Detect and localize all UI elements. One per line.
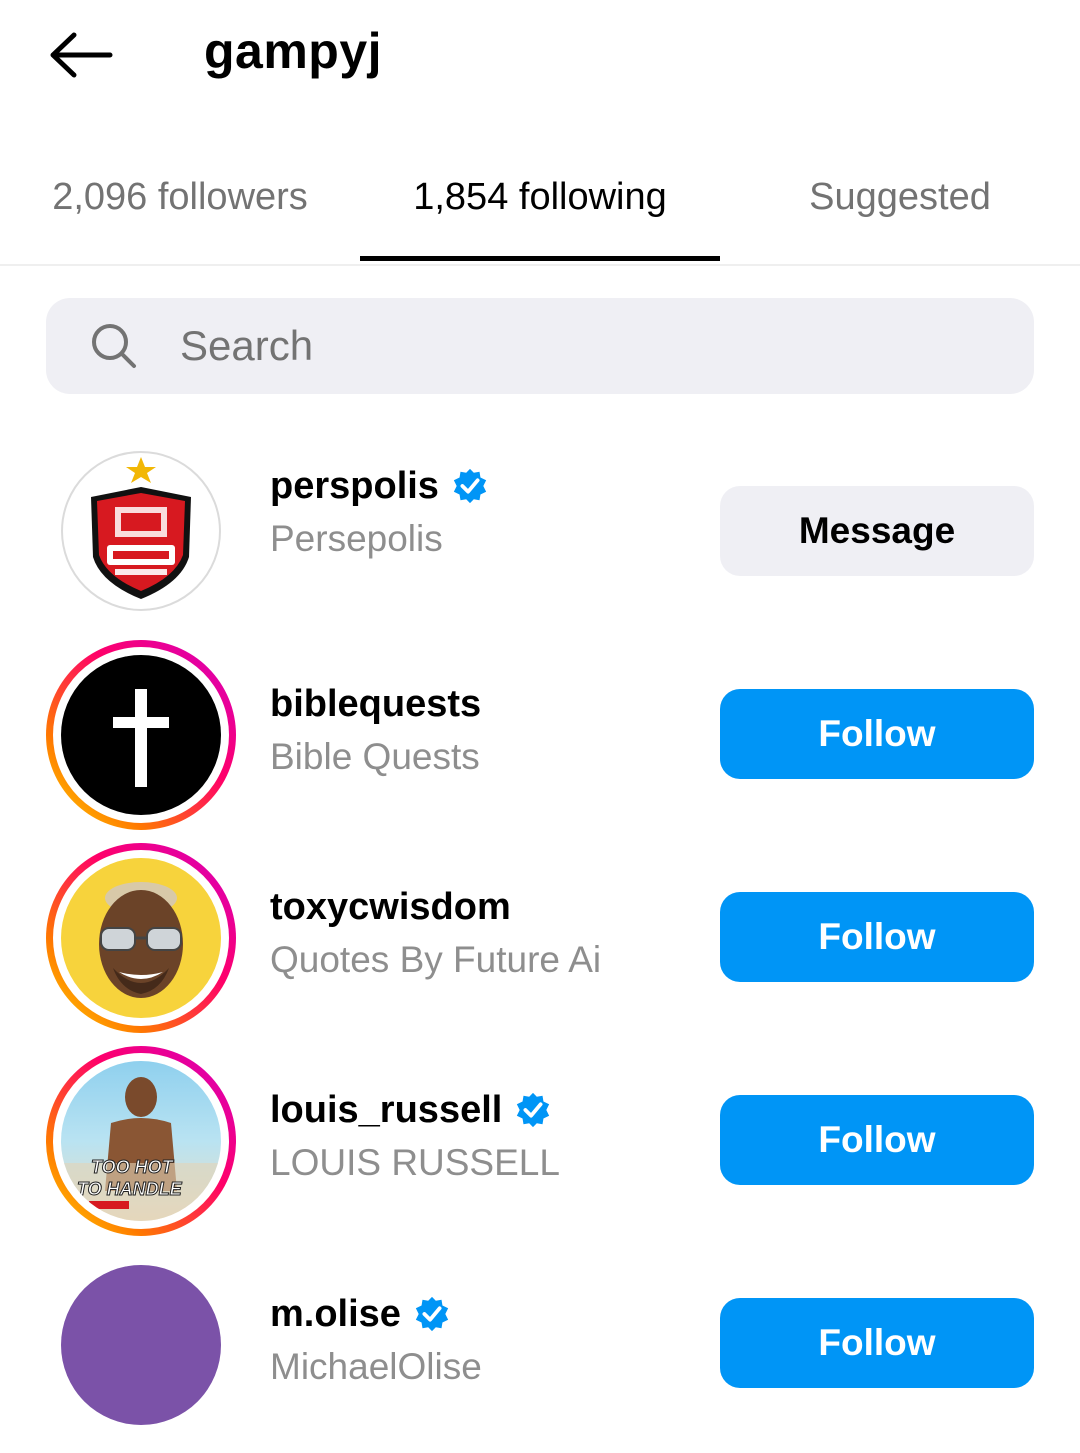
cross-icon <box>113 689 169 787</box>
arrow-left-icon <box>50 32 113 78</box>
username[interactable]: biblequests <box>270 683 481 726</box>
story-ring[interactable] <box>46 640 236 830</box>
full-name: Quotes By Future Ai <box>270 939 602 980</box>
full-name: MichaelOlise <box>270 1346 482 1387</box>
username[interactable]: m.olise <box>270 1293 401 1336</box>
user-text: louis_russell LOUIS RUSSELL <box>270 1082 560 1188</box>
verified-badge-icon <box>415 1296 449 1332</box>
follow-button[interactable]: Follow <box>720 1298 1034 1388</box>
list-item: perspolis Persepolis Message <box>0 436 1080 636</box>
list-item: TOO HOT TO HANDLE louis_russell LOUIS RU… <box>0 1046 1080 1246</box>
verified-badge-icon <box>517 1092 550 1128</box>
search-icon <box>92 324 136 368</box>
tab-following[interactable]: 1,854 following <box>360 150 720 264</box>
user-text: perspolis Persepolis <box>270 458 489 564</box>
back-button[interactable] <box>40 20 120 90</box>
face-photo <box>99 882 183 998</box>
avatar-caption-line2: TO HANDLE <box>77 1179 183 1199</box>
avatar-caption-line1: TOO HOT <box>91 1157 175 1177</box>
follow-button[interactable]: Follow <box>720 892 1034 982</box>
username[interactable]: toxycwisdom <box>270 886 511 929</box>
avatar <box>61 858 221 1018</box>
username[interactable]: perspolis <box>270 465 439 508</box>
active-tab-indicator <box>360 256 720 261</box>
avatar[interactable] <box>46 1250 236 1440</box>
full-name: Bible Quests <box>270 736 480 777</box>
persepolis-logo <box>91 457 191 599</box>
list-item: toxycwisdom Quotes By Future Ai Follow <box>0 843 1080 1043</box>
tab-suggested[interactable]: Suggested <box>720 150 1080 264</box>
verified-badge-icon <box>453 468 487 504</box>
user-text: biblequests Bible Quests <box>270 676 481 782</box>
story-ring[interactable] <box>46 843 236 1033</box>
follow-button[interactable]: Follow <box>720 1095 1034 1185</box>
tab-followers[interactable]: 2,096 followers <box>0 150 360 264</box>
purple-circle <box>61 1265 221 1425</box>
avatar[interactable] <box>46 436 236 626</box>
list-item: biblequests Bible Quests Follow <box>0 640 1080 840</box>
search-input[interactable] <box>180 298 1000 394</box>
username[interactable]: louis_russell <box>270 1089 502 1132</box>
avatar: TOO HOT TO HANDLE <box>61 1061 221 1221</box>
list-item: m.olise MichaelOlise Follow <box>0 1250 1080 1450</box>
follow-button[interactable]: Follow <box>720 689 1034 779</box>
header-bar: gampyj <box>0 0 1080 110</box>
story-ring[interactable]: TOO HOT TO HANDLE <box>46 1046 236 1236</box>
tab-bar: 2,096 followers 1,854 following Suggeste… <box>0 150 1080 266</box>
full-name: LOUIS RUSSELL <box>270 1142 560 1183</box>
full-name: Persepolis <box>270 518 443 559</box>
user-text: m.olise MichaelOlise <box>270 1286 482 1392</box>
search-bar[interactable] <box>46 298 1034 394</box>
message-button[interactable]: Message <box>720 486 1034 576</box>
beach-photo: TOO HOT TO HANDLE <box>61 1077 221 1221</box>
avatar <box>61 655 221 815</box>
user-text: toxycwisdom Quotes By Future Ai <box>270 879 601 985</box>
page-title: gampyj <box>204 23 383 79</box>
